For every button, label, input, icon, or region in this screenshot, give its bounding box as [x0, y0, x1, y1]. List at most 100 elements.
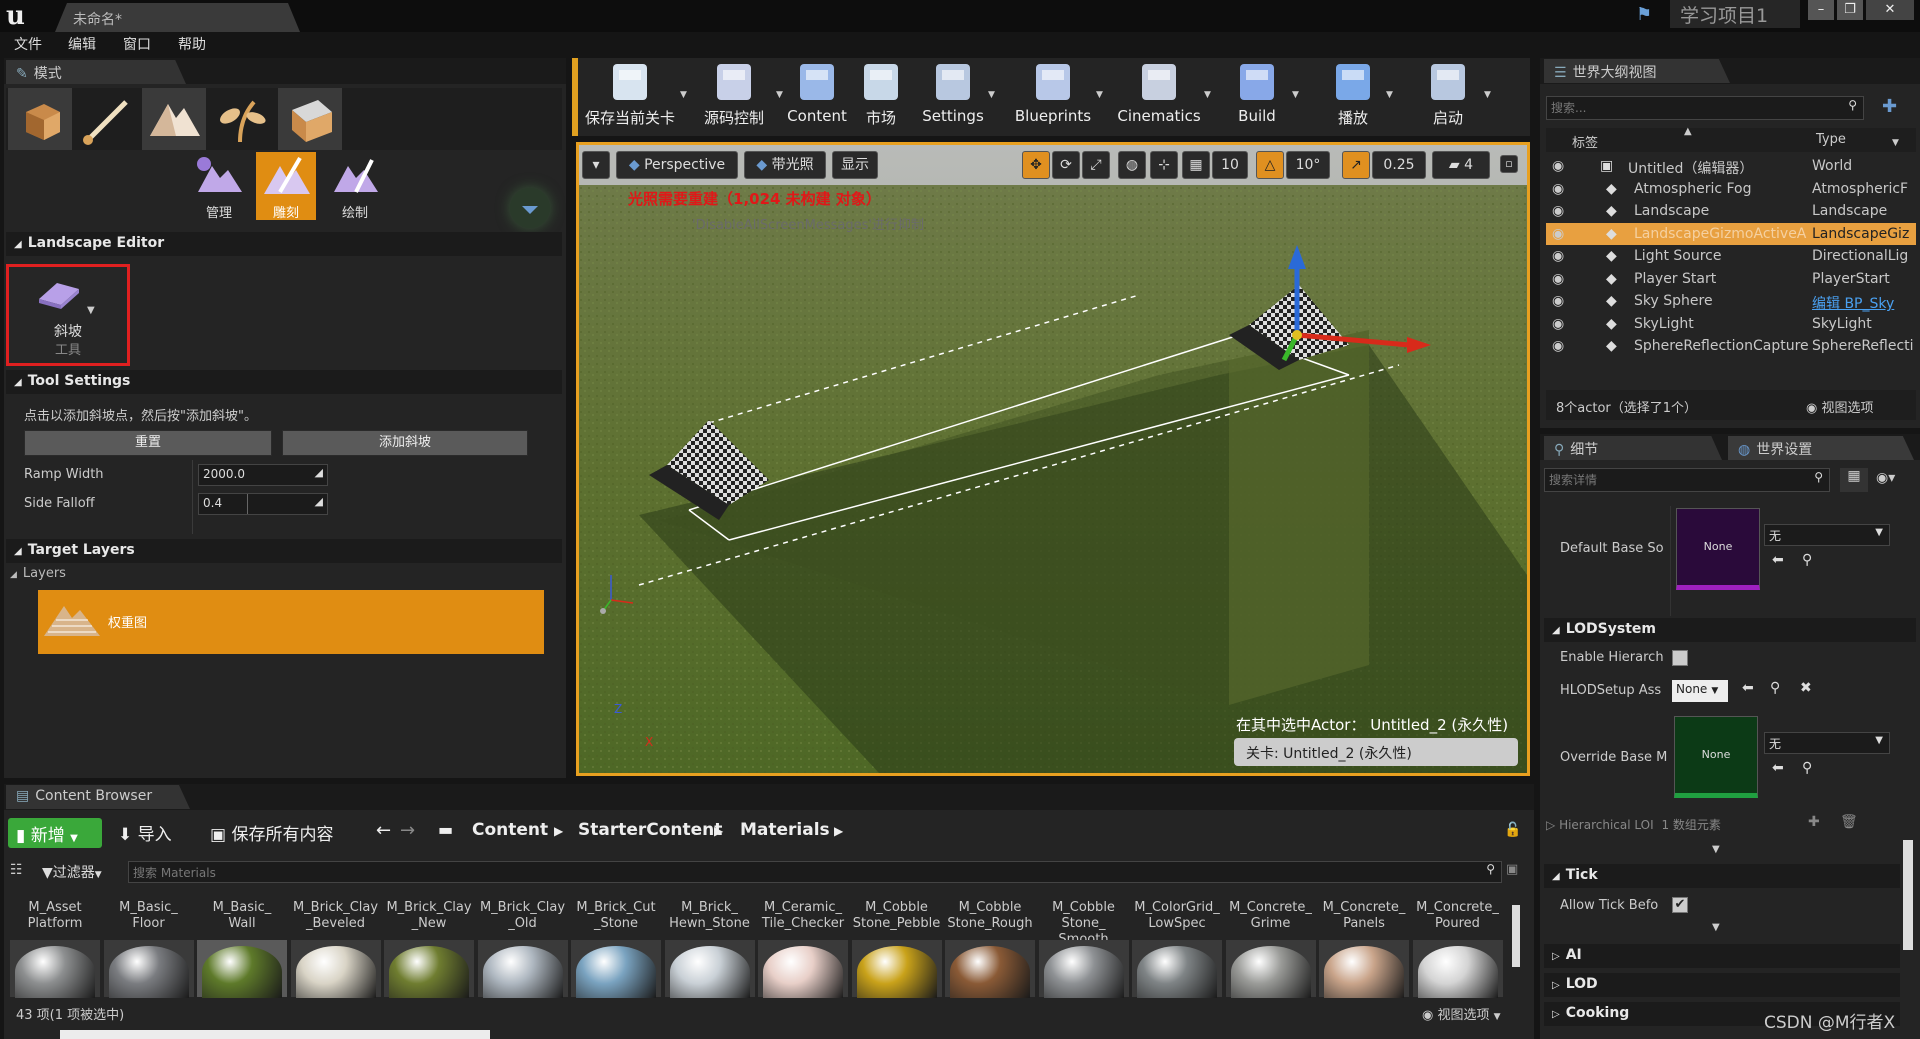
scale-tool-icon[interactable]: ⤢	[1082, 151, 1110, 179]
details-scrollbar[interactable]	[1903, 840, 1913, 950]
translate-tool-icon[interactable]: ✥	[1022, 151, 1050, 179]
asset-tile[interactable]	[10, 940, 100, 998]
type-column-header[interactable]: Type	[1816, 132, 1846, 147]
asset-tile[interactable]	[477, 940, 568, 998]
blueprints-toolbar-button[interactable]: Blueprints	[1008, 60, 1098, 132]
manage-mode-button[interactable]: 管理	[190, 152, 248, 221]
camera-speed-button[interactable]: ▰ 4	[1432, 151, 1490, 179]
add-new-button[interactable]: ▮ 新增 ▼	[8, 818, 102, 848]
breadcrumb-separator-icon[interactable]: ▶	[554, 824, 563, 838]
array-add-icon[interactable]: ✚	[1808, 814, 1820, 830]
rotation-snap-icon[interactable]: △	[1256, 151, 1284, 179]
perspective-button[interactable]: ◆ Perspective	[616, 151, 738, 179]
import-button[interactable]: ⬇ 导入	[118, 820, 172, 845]
outliner-row[interactable]: ◉ ◆ SphereReflectionCapture SphereReflecti	[1546, 335, 1916, 358]
lod-system-header[interactable]: ◢ LODSystem	[1544, 618, 1916, 642]
breadcrumb-separator-icon[interactable]: ▶	[834, 824, 843, 838]
override-browse-icon[interactable]: ⚲	[1802, 760, 1812, 776]
outliner-tab[interactable]: ☰ 世界大纲视图	[1544, 59, 1730, 83]
asset-tile[interactable]	[1038, 940, 1129, 998]
asset-tile[interactable]	[290, 940, 381, 998]
cinematics-toolbar-button[interactable]: Cinematics	[1112, 60, 1206, 132]
breadcrumb-starter-content[interactable]: StarterContent	[578, 820, 722, 840]
show-button[interactable]: 显示	[832, 151, 878, 179]
surface-snap-icon[interactable]: ⊹	[1150, 151, 1178, 179]
asset-tile[interactable]	[851, 940, 942, 998]
details-tab[interactable]: ⚲ 细节	[1544, 436, 1722, 460]
source-control-toolbar-button[interactable]: 源码控制	[690, 60, 778, 132]
build-toolbar-button[interactable]: Build	[1220, 60, 1294, 132]
outliner-row[interactable]: ◉ ◆ Light Source DirectionalLig	[1546, 245, 1916, 268]
launch-dropdown-icon[interactable]: ▼	[1484, 90, 1491, 100]
rotate-tool-icon[interactable]: ⟳	[1052, 151, 1080, 179]
folder-icon[interactable]: ▬	[438, 820, 453, 839]
hierarchical-lod-row[interactable]: ▷ Hierarchical LOI 1 数组元素	[1546, 816, 1721, 833]
grid-snap-value[interactable]: 10	[1212, 151, 1248, 179]
place-mode-icon[interactable]	[8, 88, 72, 150]
override-base-thumbnail[interactable]: None	[1674, 716, 1758, 798]
type-column-dropdown-icon[interactable]: ▼	[1892, 138, 1899, 148]
visibility-eye-icon[interactable]: ◉	[1552, 181, 1564, 197]
outliner-row-type[interactable]: 编辑 BP_Sky	[1812, 293, 1916, 313]
visibility-eye-icon[interactable]: ◉	[1552, 338, 1564, 354]
maximize-viewport-icon[interactable]: ▫	[1500, 155, 1518, 173]
ramp-tool-button[interactable]: ▼ 斜坡 工具	[6, 264, 130, 366]
menu-window[interactable]: 窗口	[123, 34, 151, 54]
heightmap-layer-item[interactable]: 权重图	[38, 590, 544, 654]
allow-tick-checkbox[interactable]: ✔	[1672, 897, 1688, 913]
use-selected-arrow-icon[interactable]: ⬅	[1772, 552, 1784, 568]
save-dropdown-icon[interactable]: ▼	[680, 90, 687, 100]
asset-tile[interactable]	[1132, 940, 1222, 998]
filters-button[interactable]: ▼过滤器▼	[42, 862, 102, 882]
visibility-eye-icon[interactable]: ◉	[1552, 158, 1564, 174]
side-falloff-field[interactable]: 0.4 ◢	[198, 493, 328, 515]
property-matrix-icon[interactable]: ▦	[1840, 468, 1868, 492]
hlod-use-selected-icon[interactable]: ⬅	[1742, 680, 1754, 696]
menu-help[interactable]: 帮助	[178, 34, 206, 54]
world-local-icon[interactable]: ◍	[1118, 151, 1146, 179]
menu-file[interactable]: 文件	[14, 34, 42, 54]
grid-snap-icon[interactable]: ▦	[1182, 151, 1210, 179]
tool-settings-header[interactable]: ◢ Tool Settings	[6, 370, 562, 394]
override-use-selected-icon[interactable]: ⬅	[1772, 760, 1784, 776]
outliner-row[interactable]: ◉ ◆ Landscape Landscape	[1546, 200, 1916, 223]
blueprints-dropdown-icon[interactable]: ▼	[1096, 90, 1103, 100]
lod-header[interactable]: ▷ LOD	[1544, 973, 1900, 997]
content-view-options[interactable]: ◉ 视图选项 ▼	[1422, 1004, 1501, 1023]
ramp-width-spin-icon[interactable]: ◢	[315, 466, 323, 479]
outliner-row[interactable]: ◉ ▣ Untitled（编辑器） World	[1546, 155, 1916, 178]
default-base-thumbnail[interactable]: None	[1676, 508, 1760, 590]
enable-hierarch-checkbox[interactable]	[1672, 650, 1688, 666]
breadcrumb-content[interactable]: Content	[472, 820, 548, 840]
visibility-eye-icon[interactable]: ◉	[1552, 293, 1564, 309]
hlod-setup-dropdown[interactable]: None ▼	[1672, 680, 1728, 702]
visibility-eye-icon[interactable]: ◉	[1552, 271, 1564, 287]
scale-snap-icon[interactable]: ↗	[1342, 151, 1370, 179]
asset-tile[interactable]	[571, 940, 661, 998]
sculpt-mode-button[interactable]: 雕刻	[256, 152, 316, 221]
build-dropdown-icon[interactable]: ▼	[1292, 90, 1299, 100]
asset-tile[interactable]	[758, 940, 848, 998]
outliner-search-input[interactable]: 搜索... ⚲	[1546, 96, 1864, 120]
landscape-mode-icon[interactable]	[142, 88, 206, 150]
foliage-mode-icon[interactable]	[210, 88, 274, 150]
ramp-tool-dropdown-icon[interactable]: ▼	[87, 305, 95, 316]
rotation-snap-value[interactable]: 10°	[1286, 151, 1330, 179]
settings-dropdown-icon[interactable]: ▼	[988, 90, 995, 100]
breadcrumb-separator-icon[interactable]: ▶	[714, 824, 723, 838]
expand-more-icon[interactable]: ▼	[1712, 844, 1720, 855]
panel-collapse-icon[interactable]	[510, 188, 550, 228]
viewport-options-button[interactable]: ▾	[582, 151, 610, 179]
save-search-icon[interactable]: ▣	[1506, 862, 1518, 877]
side-falloff-spin-icon[interactable]: ◢	[315, 495, 323, 508]
outliner-add-icon[interactable]: ✚	[1882, 96, 1897, 117]
content-toolbar-button[interactable]: Content	[782, 60, 852, 132]
asset-tile[interactable]	[664, 940, 755, 998]
asset-scrollbar[interactable]	[1512, 905, 1520, 967]
maximize-button[interactable]: ❐	[1837, 0, 1863, 20]
cinematics-dropdown-icon[interactable]: ▼	[1204, 90, 1211, 100]
reset-button[interactable]: 重置	[24, 430, 272, 456]
viewport[interactable]	[579, 145, 1527, 773]
outliner-view-options[interactable]: ◉ 视图选项	[1806, 397, 1874, 416]
content-browser-tab[interactable]: ▤ Content Browser	[6, 785, 190, 809]
